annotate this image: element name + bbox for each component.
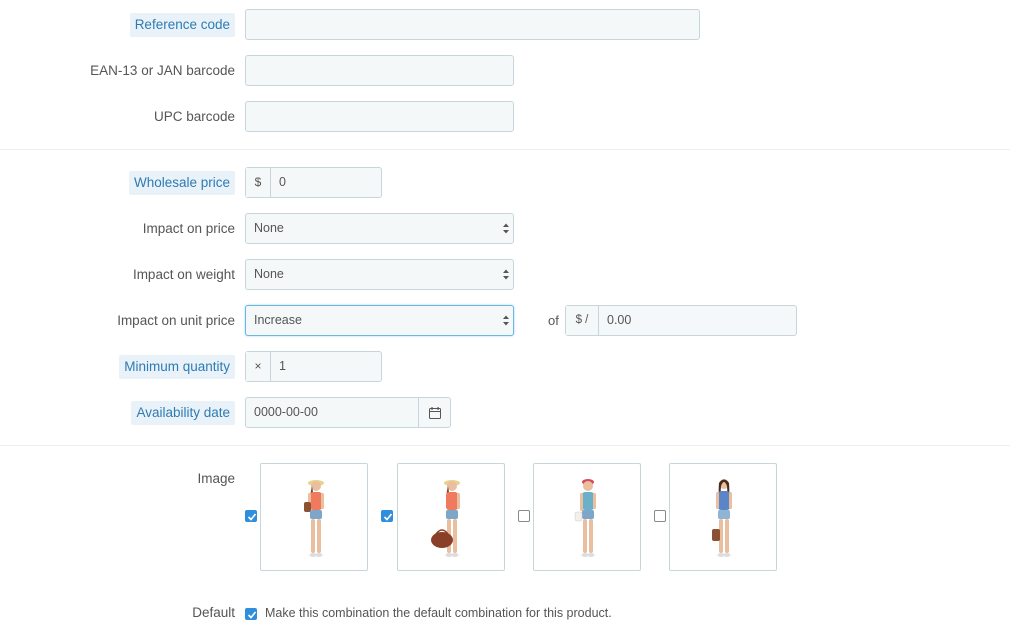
availability-date-input[interactable]: 0000-00-00 <box>245 397 451 428</box>
image-3-thumbnail[interactable] <box>533 463 641 571</box>
minimum-quantity-label: Minimum quantity <box>119 355 235 379</box>
calendar-icon <box>428 406 441 419</box>
image-1-thumbnail[interactable] <box>260 463 368 571</box>
check-icon <box>247 611 257 619</box>
minimum-quantity-value: 1 <box>279 359 286 373</box>
impact-weight-select[interactable]: None <box>245 259 514 290</box>
default-label: Default <box>192 605 235 620</box>
default-checkbox[interactable] <box>245 608 257 620</box>
wholesale-price-input[interactable]: $ 0 <box>245 167 382 198</box>
minimum-quantity-input[interactable]: × 1 <box>245 351 382 382</box>
availability-date-value: 0000-00-00 <box>254 405 318 419</box>
check-icon <box>383 513 393 521</box>
of-label: of <box>548 313 559 328</box>
model-photo-2-icon <box>431 480 460 557</box>
impact-unit-price-selected: Increase <box>254 313 302 327</box>
upc-label: UPC barcode <box>153 109 235 124</box>
model-photo-4-icon <box>712 479 732 557</box>
wholesale-price-value: 0 <box>279 175 286 189</box>
select-arrows-icon <box>503 269 509 280</box>
ean13-label: EAN-13 or JAN barcode <box>90 63 235 78</box>
availability-date-label: Availability date <box>131 401 235 425</box>
image-4-thumbnail[interactable] <box>669 463 777 571</box>
upc-input[interactable] <box>245 101 514 132</box>
check-icon <box>247 513 257 521</box>
impact-price-label: Impact on price <box>142 221 235 236</box>
image-label: Image <box>197 471 235 486</box>
select-arrows-icon <box>503 315 509 326</box>
image-3-checkbox[interactable] <box>518 510 530 522</box>
ean13-input[interactable] <box>245 55 514 86</box>
model-photo-1-icon <box>304 480 324 557</box>
image-4-checkbox[interactable] <box>654 510 666 522</box>
unit-price-addon: $ / <box>566 306 599 335</box>
unit-price-input[interactable]: $ / 0.00 <box>565 305 797 336</box>
section-divider <box>0 445 1010 446</box>
model-photo-3-icon <box>574 479 596 557</box>
currency-addon: $ <box>246 168 271 197</box>
select-arrows-icon <box>503 223 509 234</box>
image-2-thumbnail[interactable] <box>397 463 505 571</box>
impact-unit-price-select[interactable]: Increase <box>245 305 514 336</box>
image-2-checkbox[interactable] <box>381 510 393 522</box>
section-divider <box>0 149 1010 150</box>
reference-code-input[interactable] <box>245 9 700 40</box>
impact-price-select[interactable]: None <box>245 213 514 244</box>
reference-code-label: Reference code <box>129 13 235 37</box>
impact-price-selected: None <box>254 221 284 235</box>
image-1-checkbox[interactable] <box>245 510 257 522</box>
quantity-prefix: × <box>246 352 271 381</box>
impact-weight-label: Impact on weight <box>132 267 235 282</box>
wholesale-price-label: Wholesale price <box>128 171 235 195</box>
unit-price-value: 0.00 <box>607 313 632 327</box>
calendar-button[interactable] <box>418 398 450 427</box>
impact-unit-price-label: Impact on unit price <box>117 313 235 328</box>
impact-weight-selected: None <box>254 267 284 281</box>
